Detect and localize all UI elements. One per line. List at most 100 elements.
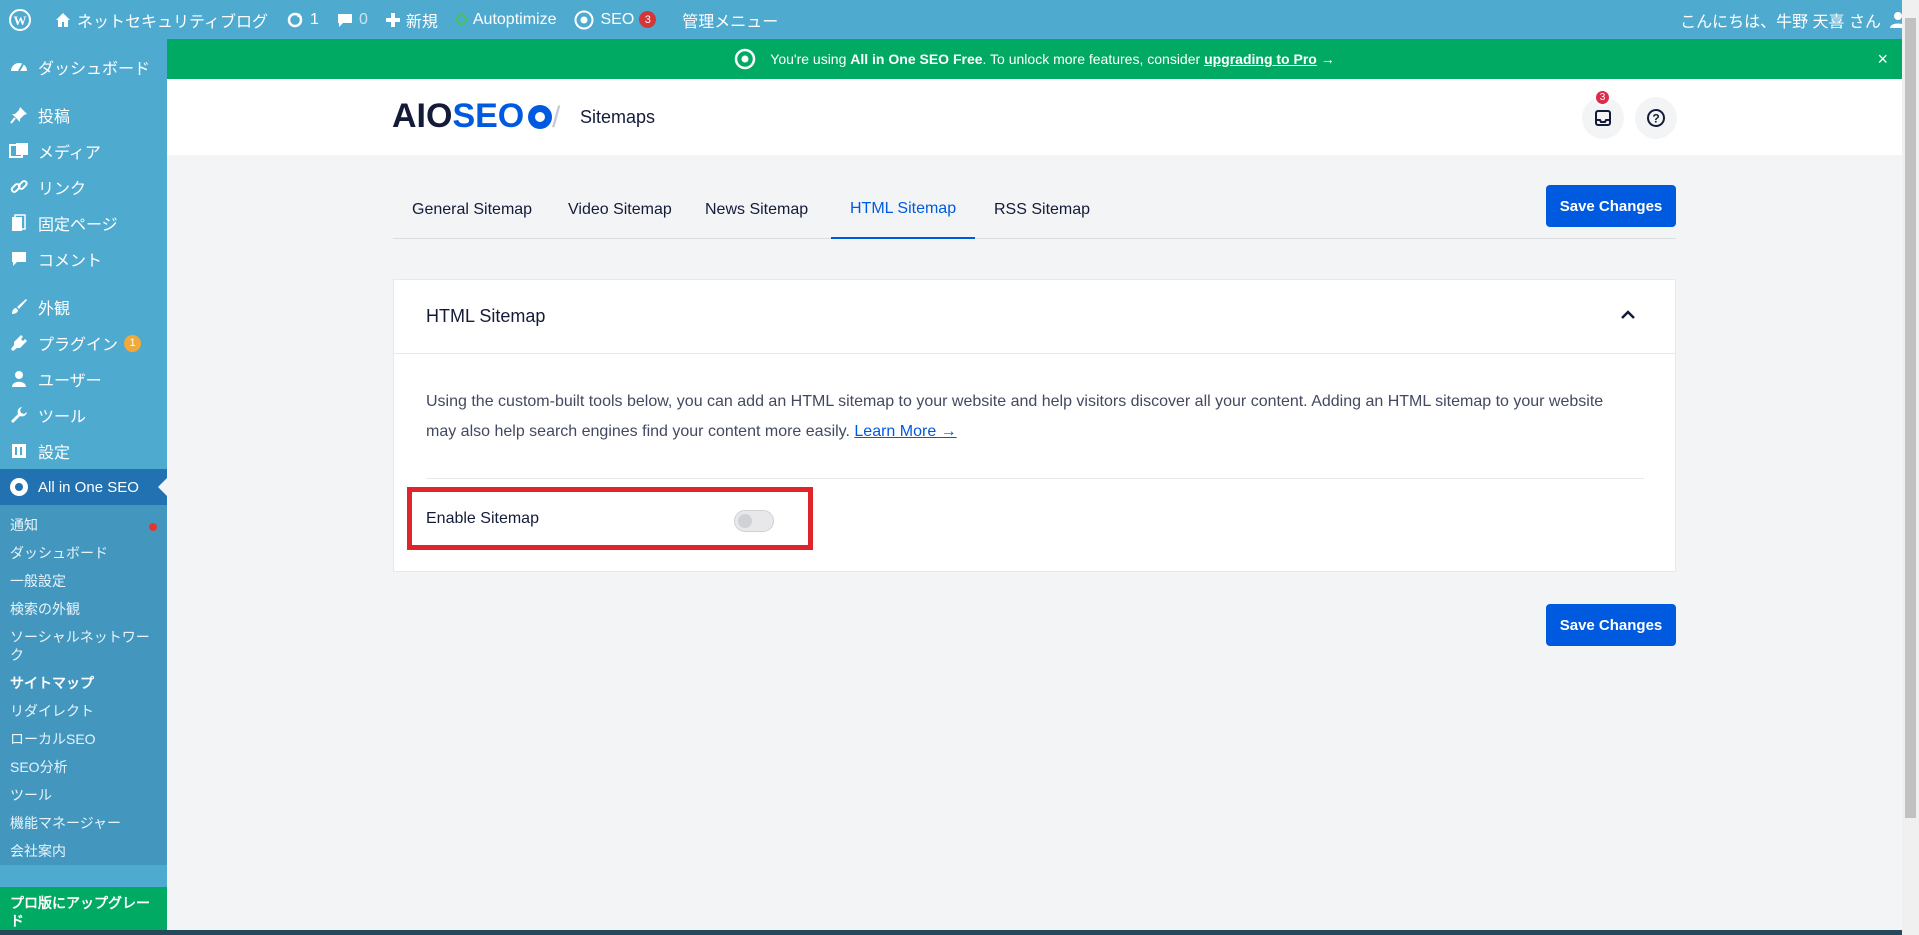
aioseo-gear-icon <box>735 48 756 70</box>
description-text: Using the custom-built tools below, you … <box>426 393 1604 440</box>
site-name-link[interactable]: ネットセキュリティブログ <box>46 0 277 39</box>
help-button[interactable]: ? <box>1635 97 1677 139</box>
tab-news-sitemap[interactable]: News Sitemap <box>686 181 827 239</box>
learn-more-link[interactable]: Learn More → <box>854 423 956 440</box>
submenu-item-notifications[interactable]: 通知 <box>0 511 167 539</box>
updates-link[interactable]: 1 <box>277 0 328 39</box>
admin-menu-link[interactable]: 管理メニュー <box>665 0 787 39</box>
sidebar-item-settings[interactable]: 設定 <box>0 433 167 469</box>
sidebar-item-dashboard[interactable]: ダッシュボード <box>0 49 167 85</box>
plugin-update-badge: 1 <box>124 334 142 352</box>
submenu-item-dashboard[interactable]: ダッシュボード <box>0 539 167 567</box>
close-icon[interactable]: × <box>1877 49 1888 70</box>
updates-count: 1 <box>310 10 319 28</box>
sidebar-item-label: 投稿 <box>38 109 71 126</box>
chevron-up-icon[interactable] <box>1621 310 1635 320</box>
sidebar-item-users[interactable]: ユーザー <box>0 361 167 397</box>
link-icon <box>9 177 29 197</box>
comments-link[interactable]: 0 <box>328 0 377 39</box>
sidebar-item-label: 外観 <box>38 301 71 318</box>
submenu-item-seo-analysis[interactable]: SEO分析 <box>0 753 167 781</box>
dashboard-icon <box>9 57 29 77</box>
new-content-link[interactable]: 新規 <box>377 0 447 39</box>
notifications-button[interactable]: 3 <box>1582 89 1624 139</box>
submenu-label: ローカルSEO <box>10 731 96 747</box>
sidebar-item-label: All in One SEO <box>38 478 139 496</box>
new-label: 新規 <box>405 13 438 31</box>
highlight-box <box>407 487 813 550</box>
user-icon <box>9 369 29 389</box>
sidebar-item-plugins[interactable]: プラグイン 1 <box>0 325 167 361</box>
notice-product: All in One SEO Free <box>850 51 983 67</box>
aioseo-header: AIO SEO / Sitemaps 3 ? <box>167 79 1902 155</box>
upgrade-pro-link[interactable]: upgrading to Pro <box>1204 51 1317 67</box>
card-header[interactable]: HTML Sitemap <box>394 280 1675 354</box>
submenu-item-about-us[interactable]: 会社案内 <box>0 837 167 865</box>
submenu-item-social-networks[interactable]: ソーシャルネットワーク <box>0 623 167 669</box>
svg-text:?: ? <box>1652 112 1659 126</box>
submenu-label: リダイレクト <box>10 703 94 719</box>
sidebar-item-label: 設定 <box>38 445 71 462</box>
sidebar-item-all-in-one-seo[interactable]: All in One SEO <box>0 469 167 505</box>
card-title: HTML Sitemap <box>426 306 546 326</box>
submenu-item-general-settings[interactable]: 一般設定 <box>0 567 167 595</box>
scrollbar-thumb[interactable] <box>1905 18 1916 818</box>
page-icon <box>9 213 29 233</box>
submenu-item-sitemaps[interactable]: サイトマップ <box>0 669 167 697</box>
submenu-item-search-appearance[interactable]: 検索の外観 <box>0 595 167 623</box>
plus-icon <box>385 12 400 27</box>
scrollbar[interactable] <box>1902 0 1919 935</box>
admin-sidebar: ダッシュボード 投稿 メディア リンク 固定ページ コメント 外観 プラグイン … <box>0 39 167 935</box>
comment-icon <box>9 249 29 269</box>
svg-text:W: W <box>14 13 27 28</box>
submenu-item-feature-manager[interactable]: 機能マネージャー <box>0 809 167 837</box>
admin-bar: W ネットセキュリティブログ 1 0 新規 Autoptimize SEO 3 … <box>0 0 1919 39</box>
status-dot-icon <box>455 14 467 25</box>
sidebar-item-appearance[interactable]: 外観 <box>0 289 167 325</box>
sidebar-item-label: ダッシュボード <box>38 61 151 78</box>
submenu-label: サイトマップ <box>10 675 94 691</box>
sidebar-item-tools[interactable]: ツール <box>0 397 167 433</box>
divider <box>426 478 1644 479</box>
tab-rss-sitemap[interactable]: RSS Sitemap <box>975 181 1109 239</box>
sidebar-item-label: ツール <box>38 409 87 426</box>
account-menu[interactable]: こんにちは、牛野 天喜 さん <box>1680 8 1919 32</box>
sidebar-item-label: プラグイン <box>38 337 119 354</box>
seo-menu-link[interactable]: SEO 3 <box>565 0 665 39</box>
submenu-label: ソーシャルネットワーク <box>10 629 150 663</box>
submenu-label: SEO分析 <box>10 759 68 775</box>
tab-general-sitemap[interactable]: General Sitemap <box>393 181 551 239</box>
wordpress-logo-icon[interactable]: W <box>0 0 46 39</box>
submenu-label: 一般設定 <box>10 573 66 589</box>
taskbar-strip <box>0 930 1902 935</box>
sidebar-item-media[interactable]: メディア <box>0 133 167 169</box>
inbox-icon <box>1595 110 1611 126</box>
header-separator: / <box>552 101 561 134</box>
aioseo-submenu: 通知 ダッシュボード 一般設定 検索の外観 ソーシャルネットワーク サイトマップ… <box>0 505 167 865</box>
settings-icon <box>9 441 29 461</box>
upgrade-label: プロ版にアップグレード <box>10 895 150 929</box>
tab-html-sitemap[interactable]: HTML Sitemap <box>831 181 976 239</box>
aioseo-gear-icon <box>574 10 594 29</box>
save-changes-button-bottom[interactable]: Save Changes <box>1546 604 1676 646</box>
submenu-item-local-seo[interactable]: ローカルSEO <box>0 725 167 753</box>
sidebar-item-pages[interactable]: 固定ページ <box>0 205 167 241</box>
seo-label: SEO <box>600 10 635 28</box>
submenu-item-tools[interactable]: ツール <box>0 781 167 809</box>
logo-gear-icon <box>528 104 553 129</box>
wrench-icon <box>9 405 29 425</box>
upgrade-notice-bar: You're using All in One SEO Free . To un… <box>167 39 1902 79</box>
submenu-label: ツール <box>10 787 52 803</box>
sidebar-item-comments[interactable]: コメント <box>0 241 167 277</box>
sidebar-item-links[interactable]: リンク <box>0 169 167 205</box>
submenu-item-redirects[interactable]: リダイレクト <box>0 697 167 725</box>
sidebar-item-posts[interactable]: 投稿 <box>0 97 167 133</box>
tab-video-sitemap[interactable]: Video Sitemap <box>549 181 691 239</box>
autoptimize-link[interactable]: Autoptimize <box>447 0 566 39</box>
upgrade-to-pro-link[interactable]: プロ版にアップグレード <box>0 887 167 935</box>
sidebar-item-label: コメント <box>38 253 103 270</box>
notice-prefix: You're using <box>770 51 851 67</box>
save-changes-button-top[interactable]: Save Changes <box>1546 185 1676 227</box>
sidebar-item-label: リンク <box>38 181 87 198</box>
submenu-label: ダッシュボード <box>10 545 108 561</box>
